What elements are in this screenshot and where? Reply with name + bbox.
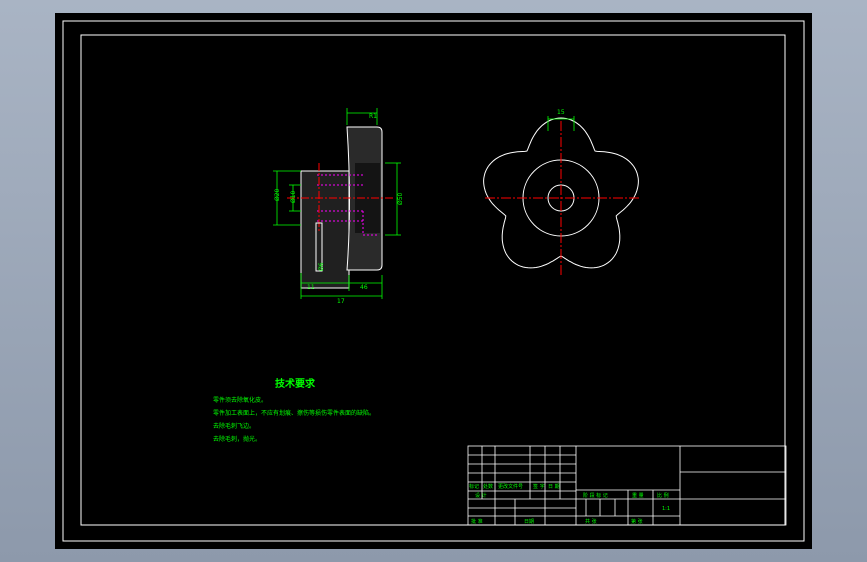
tb-sheets-label: 共 张 — [585, 518, 597, 525]
dim-top-label: R1 — [369, 113, 377, 120]
tb-label-change-doc: 更改文件号 — [498, 483, 523, 490]
tb-sheet-label: 第 张 — [631, 518, 643, 525]
tb-design-label: 设 计 — [475, 492, 487, 499]
front-view: R1 Ø20 Ø10 Ø50 Ø6 11 46 17 — [273, 108, 404, 305]
tb-stage-label: 阶 段 标 记 — [583, 492, 608, 499]
outer-frame — [62, 20, 805, 542]
dim-total-label: 17 — [337, 298, 345, 305]
tb-scale-value: 1:1 — [662, 506, 670, 512]
dim-left-outer-label: Ø20 — [274, 188, 281, 201]
inner-frame — [80, 34, 786, 526]
tb-label-count: 处数 — [483, 483, 493, 490]
tb-date-label: 日期 — [524, 519, 534, 525]
requirement-item: 零件加工表面上，不应有划痕、擦伤等损伤零件表面的缺陷。 — [213, 410, 376, 417]
requirement-item: 零件须去除氧化皮。 — [213, 397, 268, 404]
dim-bottom-right-label: 46 — [360, 284, 368, 291]
dim-pin-label: Ø6 — [318, 262, 325, 271]
technical-requirements-title: 技术要求 — [275, 379, 315, 390]
drawing-viewport[interactable]: R1 Ø20 Ø10 Ø50 Ø6 11 46 17 15 标记 处数 更改文件… — [55, 13, 812, 549]
tb-label-date: 日 期 — [548, 484, 560, 490]
dim-right-label: Ø50 — [397, 192, 404, 205]
side-dim-top-label: 15 — [557, 109, 565, 116]
tb-label-mark: 标记 — [469, 483, 479, 490]
dim-left-inner-label: Ø10 — [290, 190, 297, 203]
tb-scale-label: 比 例 — [657, 492, 669, 499]
tb-weight-label: 重 量 — [632, 492, 644, 499]
side-view: 15 — [483, 109, 639, 275]
tb-approve-label: 批 准 — [471, 518, 483, 525]
requirement-item: 去除毛刺飞边。 — [213, 423, 256, 430]
technical-requirements-list: 零件须去除氧化皮。 零件加工表面上，不应有划痕、擦伤等损伤零件表面的缺陷。 去除… — [213, 394, 375, 446]
cad-drawing[interactable]: R1 Ø20 Ø10 Ø50 Ø6 11 46 17 15 标记 处数 更改文件… — [55, 13, 812, 549]
tb-label-sign: 签 字 — [533, 483, 545, 490]
requirement-item: 去除毛刺，抛光。 — [213, 436, 262, 443]
dim-bottom-left-label: 11 — [307, 284, 315, 291]
hub-body — [300, 170, 350, 289]
